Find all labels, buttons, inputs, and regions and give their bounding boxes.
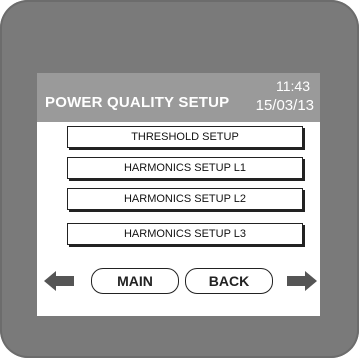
clock-date: 15/03/13 bbox=[255, 97, 314, 114]
back-button[interactable]: BACK bbox=[185, 268, 273, 294]
page-title: POWER QUALITY SETUP bbox=[45, 94, 230, 111]
arrow-left-icon[interactable] bbox=[44, 271, 74, 291]
threshold-setup-button[interactable]: THRESHOLD SETUP bbox=[67, 126, 303, 148]
header-bar: POWER QUALITY SETUP 11:43 15/03/13 bbox=[37, 73, 320, 122]
harmonics-setup-l3-button[interactable]: HARMONICS SETUP L3 bbox=[67, 223, 303, 245]
clock-time: 11:43 bbox=[276, 78, 310, 94]
arrow-right-icon[interactable] bbox=[287, 271, 317, 291]
harmonics-setup-l2-button[interactable]: HARMONICS SETUP L2 bbox=[67, 188, 303, 210]
display-screen: POWER QUALITY SETUP 11:43 15/03/13 THRES… bbox=[37, 73, 320, 316]
harmonics-setup-l1-button[interactable]: HARMONICS SETUP L1 bbox=[67, 157, 303, 179]
main-button[interactable]: MAIN bbox=[91, 268, 179, 294]
